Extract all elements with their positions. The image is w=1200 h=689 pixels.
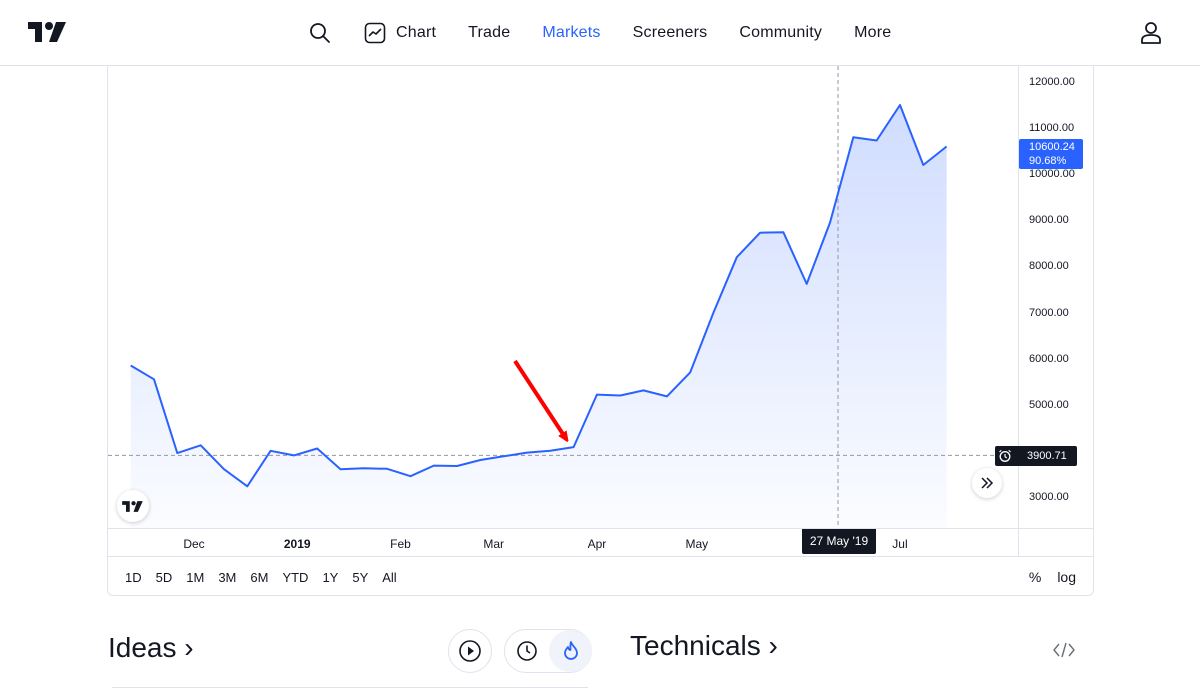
- price-tick-label: 5000.00: [1029, 398, 1069, 411]
- price-tick-label: 11000.00: [1029, 122, 1075, 135]
- range-toolbar: 1D 5D 1M 3M 6M YTD 1Y 5Y All % log: [108, 556, 1094, 596]
- baseline-price-value: 3900.71: [1027, 450, 1067, 462]
- embed-button[interactable]: [1050, 638, 1078, 662]
- nav-item-label: Community: [739, 24, 823, 41]
- price-tick-label: 8000.00: [1029, 260, 1069, 273]
- price-tick-label: 9000.00: [1029, 214, 1069, 227]
- scroll-to-realtime-button[interactable]: [972, 468, 1002, 498]
- price-chart[interactable]: [108, 66, 1018, 528]
- clock-icon: [517, 641, 537, 661]
- price-area-fill: [130, 105, 947, 528]
- nav-item-label: More: [854, 24, 892, 41]
- price-tick-label: 7000.00: [1029, 306, 1069, 319]
- range-button-1d[interactable]: 1D: [118, 570, 149, 585]
- range-button-1m[interactable]: 1M: [179, 570, 211, 585]
- last-price-value: 10600.24: [1029, 141, 1075, 153]
- code-icon: [1053, 642, 1075, 658]
- nav-item-label: Trade: [468, 24, 511, 41]
- range-buttons: 1D 5D 1M 3M 6M YTD 1Y 5Y All: [118, 557, 404, 597]
- time-tick-label: Dec: [183, 537, 205, 551]
- ideas-heading[interactable]: Ideas ›: [108, 632, 194, 664]
- nav-item-label: Screeners: [632, 24, 708, 41]
- nav-item-screeners[interactable]: Screeners: [617, 13, 724, 53]
- range-button-5d[interactable]: 5D: [149, 570, 180, 585]
- time-tick-label: Jul: [892, 537, 908, 551]
- range-button-1y[interactable]: 1Y: [315, 570, 345, 585]
- percent-scale-button[interactable]: %: [1021, 569, 1049, 585]
- price-tick-label: 6000.00: [1029, 352, 1069, 365]
- nav-item-markets[interactable]: Markets: [526, 13, 616, 53]
- range-button-ytd[interactable]: YTD: [275, 570, 315, 585]
- main-nav: Chart Trade Markets Screeners Community …: [300, 0, 907, 66]
- alarm-icon[interactable]: [995, 446, 1015, 466]
- sort-popular-button[interactable]: [549, 630, 592, 672]
- last-price-label: 10600.24 90.68%: [1019, 139, 1083, 169]
- sort-recent-button[interactable]: [505, 630, 549, 672]
- axis-corner: [1018, 528, 1094, 556]
- time-tick-label: May: [685, 537, 709, 551]
- double-chevron-right-icon: [981, 477, 994, 489]
- range-button-3m[interactable]: 3M: [211, 570, 243, 585]
- technicals-heading[interactable]: Technicals ›: [630, 630, 778, 662]
- nav-item-label: Chart: [396, 24, 437, 41]
- price-tick-label: 3000.00: [1029, 490, 1069, 503]
- chart-widget: 12000.00 11000.00 10000.00 9000.00 8000.00 70…: [107, 66, 1094, 596]
- price-tick-label: 10000.00: [1029, 168, 1075, 181]
- ideas-sort-toggle: [504, 629, 592, 673]
- top-header: Chart Trade Markets Screeners Community …: [0, 0, 1200, 66]
- scale-buttons: % log: [1021, 557, 1084, 597]
- range-button-6m[interactable]: 6M: [243, 570, 275, 585]
- time-tick-label: Mar: [483, 537, 505, 551]
- search-icon: [310, 23, 330, 43]
- baseline-price-label: 3900.71: [995, 446, 1077, 466]
- crosshair-date-label: 27 May '19: [802, 529, 876, 554]
- tradingview-logo-icon[interactable]: [28, 20, 68, 44]
- price-tick-label: 12000.00: [1029, 76, 1075, 88]
- search-button[interactable]: [300, 13, 340, 53]
- annotation-arrow: [513, 359, 566, 438]
- last-price-change: 90.68%: [1029, 155, 1067, 167]
- nav-item-chart[interactable]: Chart: [348, 13, 452, 53]
- time-tick-label: Apr: [587, 537, 607, 551]
- range-button-all[interactable]: All: [375, 570, 403, 585]
- play-button[interactable]: [448, 629, 492, 673]
- nav-item-community[interactable]: Community: [723, 13, 838, 53]
- tradingview-logo-icon: [122, 500, 143, 512]
- flame-icon: [563, 641, 578, 660]
- play-icon: [459, 640, 481, 662]
- time-tick-label: 2019: [283, 537, 311, 551]
- chart-icon: [364, 22, 386, 44]
- nav-item-more[interactable]: More: [838, 13, 907, 53]
- ideas-divider: [112, 687, 588, 688]
- log-scale-button[interactable]: log: [1049, 569, 1084, 585]
- user-icon[interactable]: [1138, 20, 1164, 46]
- range-button-5y[interactable]: 5Y: [345, 570, 375, 585]
- nav-item-label: Markets: [542, 24, 601, 41]
- time-tick-label: Feb: [390, 537, 411, 551]
- nav-item-trade[interactable]: Trade: [452, 13, 526, 53]
- tradingview-watermark[interactable]: [117, 490, 149, 522]
- time-axis[interactable]: Jul May Apr Mar Feb 2019 Dec 27 May '19: [108, 528, 1018, 556]
